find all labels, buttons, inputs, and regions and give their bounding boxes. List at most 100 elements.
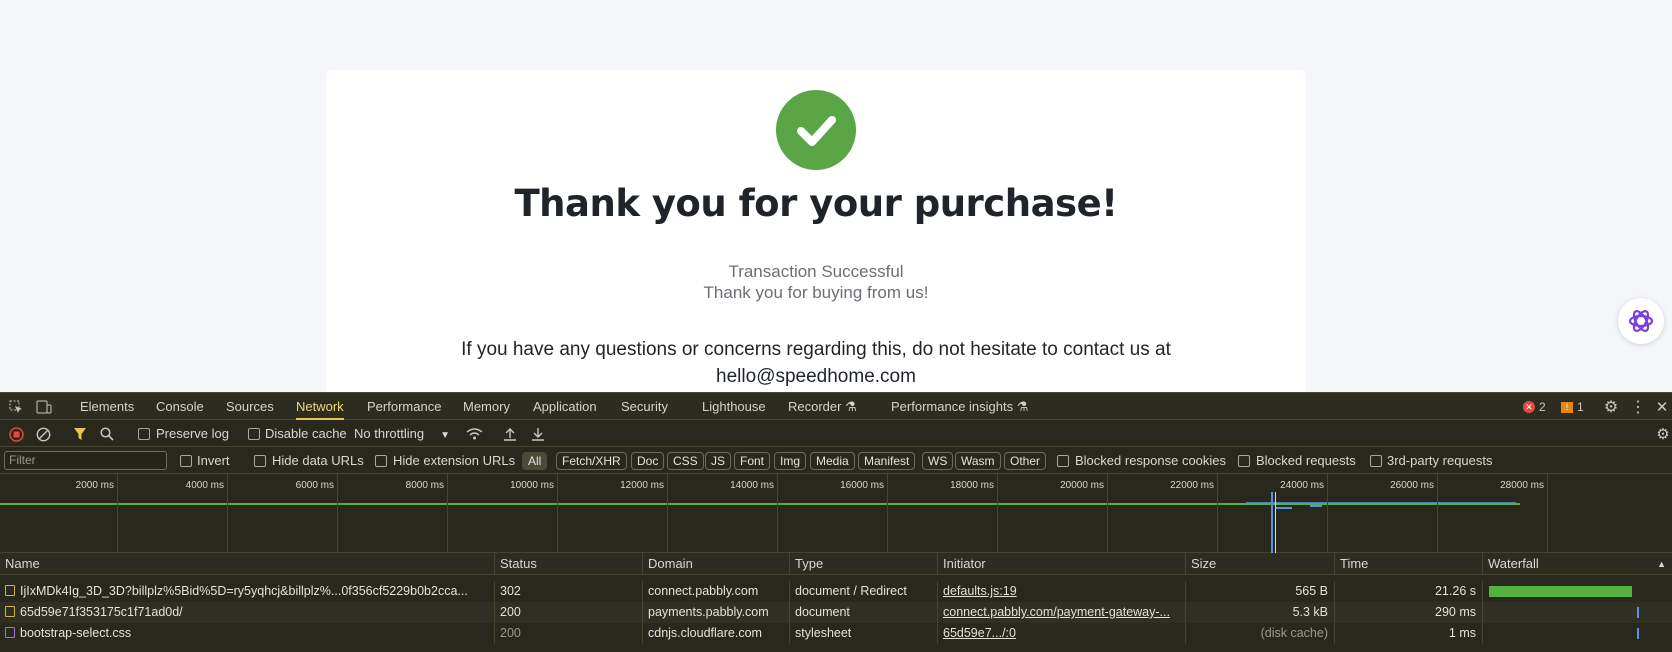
export-har-icon[interactable] [530,426,546,442]
column-name[interactable]: Name [0,553,495,575]
column-size[interactable]: Size [1186,553,1335,575]
timeline-gridline [777,474,778,553]
tab-network[interactable]: Network [296,393,344,420]
column-waterfall[interactable]: Waterfall ▲ [1483,553,1672,575]
timeline-gridline [1327,474,1328,553]
transaction-status: Transaction Successful [728,262,904,281]
warning-counter[interactable]: ! 1 [1561,399,1584,415]
request-status: 200 [495,623,643,644]
request-type: stylesheet [790,623,938,644]
inspect-element-icon[interactable] [8,399,24,415]
table-row[interactable]: 65d59e71f353175c1f71ad0d/ 200 payments.p… [0,602,1672,623]
filter-type-media[interactable]: Media [810,452,855,470]
timeline-gridline [557,474,558,553]
request-status: 302 [495,581,643,602]
filter-input[interactable]: Filter [4,451,167,470]
more-options-icon[interactable]: ⋮ [1629,398,1647,416]
request-initiator-link[interactable]: connect.pabbly.com/payment-gateway-... [938,602,1186,623]
network-settings-gear-icon[interactable]: ⚙ [1654,425,1672,443]
hide-data-urls-checkbox[interactable] [254,455,266,467]
preserve-log-label: Preserve log [156,426,229,441]
request-name: 65d59e71f353175c1f71ad0d/ [0,602,495,623]
tab-recorder[interactable]: Recorder ⚗ [788,393,857,420]
table-row[interactable]: IjIxMDk4Ig_3D_3D?billplz%5Bid%5D=ry5yqhc… [0,581,1672,602]
tab-console[interactable]: Console [156,393,204,420]
load-marker [1275,492,1276,553]
timeline-tick-label: 8000 ms [405,480,444,491]
blocked-response-cookies-checkbox[interactable] [1057,455,1069,467]
timeline-tick-label: 26000 ms [1390,480,1434,491]
filter-type-all[interactable]: All [522,452,548,470]
close-devtools-icon[interactable]: ✕ [1653,398,1671,416]
column-initiator[interactable]: Initiator [938,553,1186,575]
filter-type-ws[interactable]: WS [922,452,954,470]
timeline-gridline [1437,474,1438,553]
settings-gear-icon[interactable]: ⚙ [1602,398,1620,416]
filter-bar: Filter Invert Hide data URLs Hide extens… [0,447,1672,474]
tab-sources[interactable]: Sources [226,393,274,420]
filter-type-font[interactable]: Font [734,452,771,470]
filter-type-css[interactable]: CSS [667,452,704,470]
request-name-text: 65d59e71f353175c1f71ad0d/ [20,605,183,619]
column-time[interactable]: Time [1335,553,1483,575]
tab-lighthouse[interactable]: Lighthouse [702,393,766,420]
timeline-gridline [337,474,338,553]
request-initiator-link[interactable]: defaults.js:19 [938,581,1186,602]
chevron-down-icon: ▼ [440,430,450,441]
device-toolbar-icon[interactable] [35,399,53,415]
request-time: 1 ms [1335,623,1483,644]
request-initiator-link[interactable]: 65d59e7.../:0 [938,623,1186,644]
timeline-tick-label: 28000 ms [1500,480,1544,491]
blocked-requests-checkbox[interactable] [1238,455,1250,467]
tab-security[interactable]: Security [621,393,668,420]
timeline-tick-label: 4000 ms [185,480,224,491]
timeline-gridline [227,474,228,553]
clear-log-icon[interactable] [35,426,51,442]
table-row[interactable]: bootstrap-select.css 200 cdnjs.cloudflar… [0,623,1672,644]
filter-type-img[interactable]: Img [774,452,807,470]
invert-checkbox[interactable] [180,455,192,467]
filter-type-js[interactable]: JS [705,452,732,470]
tab-performance-insights[interactable]: Performance insights ⚗ [891,393,1028,420]
experiment-flask-icon: ⚗ [845,399,857,414]
filter-type-wasm[interactable]: Wasm [955,452,1001,470]
error-counter[interactable]: ✕ 2 [1523,399,1546,415]
timeline-gridline [1547,474,1548,553]
timeline-tick-label: 2000 ms [75,480,114,491]
column-status[interactable]: Status [495,553,643,575]
devtools-panel: Elements Console Sources Network Perform… [0,392,1672,652]
filter-type-doc[interactable]: Doc [631,452,665,470]
tab-application[interactable]: Application [533,393,597,420]
column-domain[interactable]: Domain [643,553,790,575]
contact-email[interactable]: hello@speedhome.com [326,363,1306,390]
waterfall-bar [1489,586,1632,597]
throttling-select[interactable]: No throttling ▼ [354,426,450,441]
filter-type-manifest[interactable]: Manifest [858,452,916,470]
invert-label: Invert [197,453,230,468]
third-party-requests-checkbox[interactable] [1370,455,1382,467]
network-conditions-icon[interactable] [465,426,483,442]
import-har-icon[interactable] [502,426,518,442]
disable-cache-checkbox[interactable] [248,428,260,440]
preserve-log-checkbox[interactable] [138,428,150,440]
record-stop-icon[interactable] [8,426,24,442]
experiment-flask-icon: ⚗ [1016,399,1029,414]
filter-type-fetch-xhr[interactable]: Fetch/XHR [556,452,627,470]
success-check-icon [776,90,856,170]
waterfall-bar [1637,607,1639,618]
timeline-gridline [667,474,668,553]
timeline-tick-label: 14000 ms [730,480,774,491]
filter-type-other[interactable]: Other [1004,452,1047,470]
assistant-launcher-icon[interactable] [1618,298,1664,344]
tab-performance[interactable]: Performance [367,393,441,420]
hide-extension-urls-checkbox[interactable] [375,455,387,467]
request-status: 200 [495,602,643,623]
column-type[interactable]: Type [790,553,938,575]
tab-memory[interactable]: Memory [463,393,510,420]
filter-funnel-icon[interactable] [72,426,88,442]
overview-activity [1246,502,1516,509]
search-icon[interactable] [99,426,115,442]
column-waterfall-label: Waterfall [1488,556,1539,571]
network-overview-timeline[interactable]: 2000 ms 4000 ms 6000 ms 8000 ms 10000 ms 1200… [0,474,1672,553]
tab-elements[interactable]: Elements [80,393,134,420]
